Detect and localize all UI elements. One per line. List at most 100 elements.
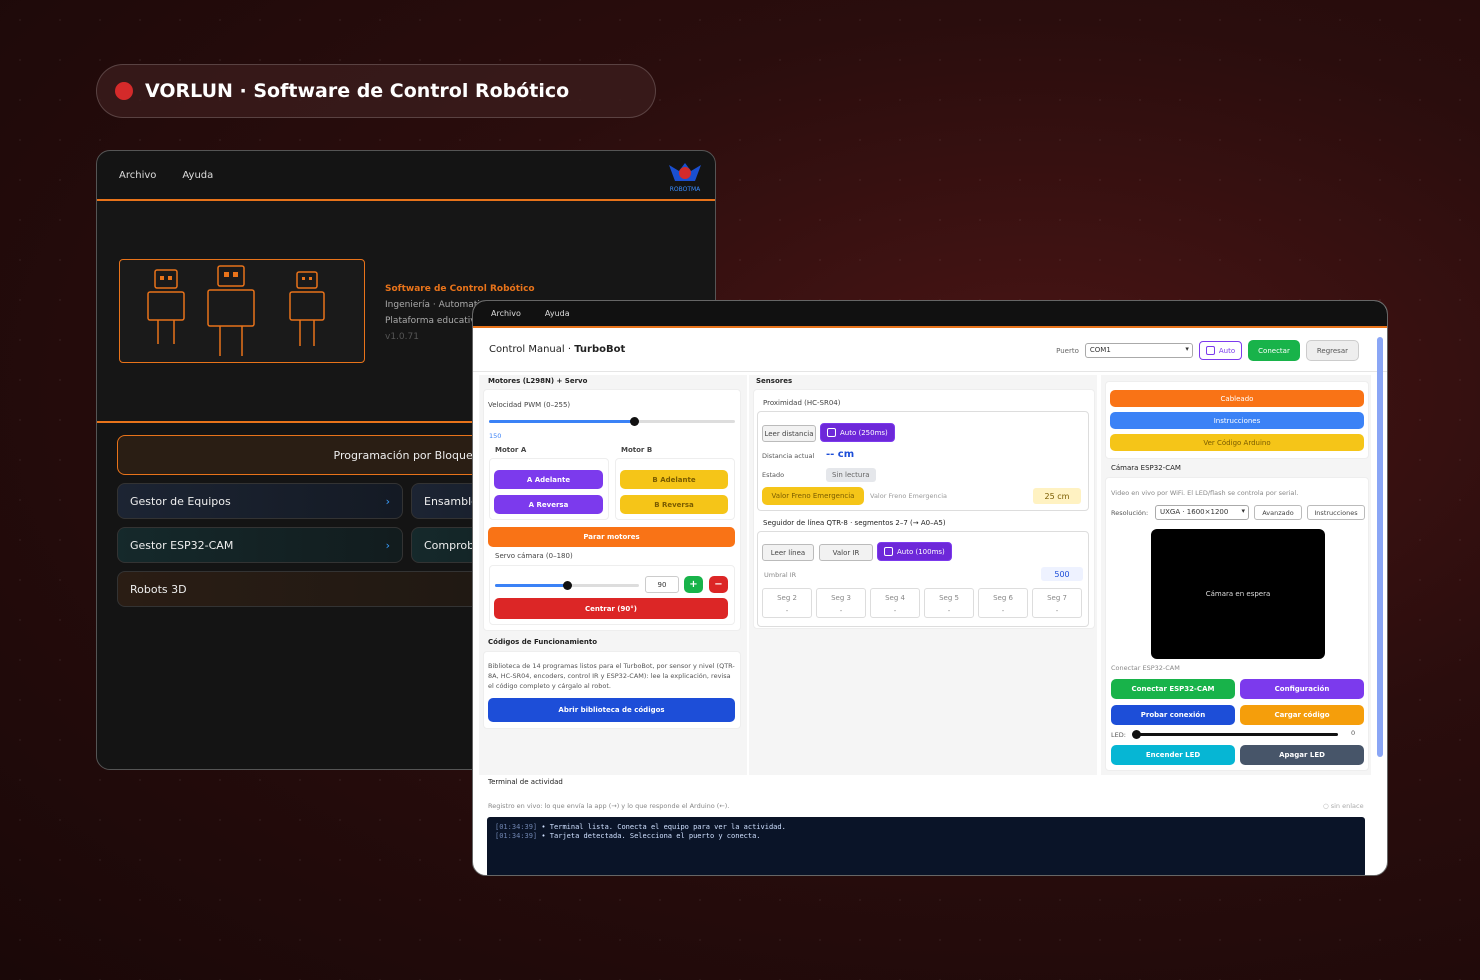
segment-cell: Seg 6-: [978, 588, 1028, 618]
line-follower-title: Seguidor de línea QTR-8 · segmentos 2–7 …: [763, 519, 946, 527]
menu-archivo[interactable]: Archivo: [491, 309, 521, 318]
terminal-section-title: Terminal de actividad: [488, 778, 563, 786]
led-off-button[interactable]: Apagar LED: [1240, 745, 1364, 765]
auto-250-toggle[interactable]: Auto (250ms): [820, 423, 895, 442]
menu-bar: Archivo Ayuda: [473, 301, 1387, 328]
center-servo-button[interactable]: Centrar (90°): [494, 598, 728, 619]
activity-terminal[interactable]: [01:34:39] • Terminal lista. Conecta el …: [487, 817, 1365, 875]
resolution-label: Resolución:: [1111, 509, 1149, 517]
servo-slider[interactable]: [495, 581, 639, 590]
camera-instructions-button[interactable]: Instrucciones: [1307, 505, 1365, 520]
stop-motors-button[interactable]: Parar motores: [488, 527, 735, 547]
advanced-button[interactable]: Avanzado: [1254, 505, 1302, 520]
camera-section-title: Cámara ESP32-CAM: [1111, 464, 1181, 472]
brake-label: Valor Freno Emergencia: [870, 492, 948, 500]
connect-button[interactable]: Conectar: [1248, 340, 1300, 361]
motors-section-title: Motores (L298N) + Servo: [488, 377, 588, 385]
brake-value: 25 cm: [1033, 488, 1081, 504]
link-status: ○ sin enlace: [1323, 802, 1364, 810]
servo-slider-fill: [495, 584, 567, 587]
terminal-line: [01:34:39] • Tarjeta detectada. Seleccio…: [495, 832, 761, 840]
segments-row: Seg 2- Seg 3- Seg 4- Seg 5- Seg 6- Seg 7…: [762, 588, 1082, 618]
camera-description: Video en vivo por WiFi. El LED/flash se …: [1111, 489, 1299, 497]
servo-slider-handle[interactable]: [563, 581, 572, 590]
servo-value-input[interactable]: 90: [645, 576, 679, 593]
pwm-label: Velocidad PWM (0–255): [488, 401, 571, 409]
equipment-manager-card[interactable]: Gestor de Equipos ›: [117, 483, 403, 519]
proximity-title: Proximidad (HC-SR04): [763, 399, 841, 407]
checkbox-icon: [827, 428, 836, 437]
port-select[interactable]: COM1: [1084, 343, 1193, 358]
motor-a-label: Motor A: [495, 446, 527, 454]
card-label: Gestor ESP32-CAM: [130, 538, 234, 552]
wiring-button[interactable]: Cableado: [1110, 390, 1364, 407]
robotma-logo-icon: ROBOTMA: [669, 163, 701, 193]
state-badge: Sin lectura: [826, 468, 876, 482]
pwm-slider-handle[interactable]: [630, 417, 639, 426]
ir-threshold-value[interactable]: 500: [1041, 567, 1083, 581]
esp32-manager-card[interactable]: Gestor ESP32-CAM ›: [117, 527, 403, 563]
control-header: Control Manual · TurboBot Puerto COM1 Au…: [473, 328, 1387, 372]
segment-cell: Seg 7-: [1032, 588, 1082, 618]
segment-cell: Seg 4-: [870, 588, 920, 618]
record-dot-icon: [115, 82, 133, 100]
menu-ayuda[interactable]: Ayuda: [182, 170, 213, 181]
motor-a-forward-button[interactable]: A Adelante: [494, 470, 603, 489]
segment-cell: Seg 2-: [762, 588, 812, 618]
port-label: Puerto: [1056, 346, 1079, 355]
page-title: Control Manual · TurboBot: [489, 344, 626, 355]
load-code-button[interactable]: Cargar código: [1240, 705, 1364, 725]
hero-title: Software de Control Robótico: [385, 284, 535, 294]
led-on-button[interactable]: Encender LED: [1111, 745, 1235, 765]
segment-cell: Seg 3-: [816, 588, 866, 618]
robots-icon: [147, 265, 325, 356]
servo-plus-button[interactable]: +: [684, 576, 703, 593]
brake-value-button[interactable]: Valor Freno Emergencia: [762, 487, 864, 505]
led-slider-handle[interactable]: [1132, 730, 1141, 739]
pwm-value: 150: [489, 432, 502, 440]
robots-illustration: [119, 259, 365, 363]
test-connection-button[interactable]: Probar conexión: [1111, 705, 1235, 725]
sensors-section-title: Sensores: [756, 377, 793, 385]
codes-section-title: Códigos de Funcionamiento: [488, 638, 598, 646]
read-distance-button[interactable]: Leer distancia: [762, 425, 816, 442]
card-label: Robots 3D: [130, 582, 187, 596]
menu-ayuda[interactable]: Ayuda: [545, 309, 570, 318]
configuration-button[interactable]: Configuración: [1240, 679, 1364, 699]
motor-b-label: Motor B: [621, 446, 653, 454]
state-label: Estado: [762, 471, 785, 479]
segment-cell: Seg 5-: [924, 588, 974, 618]
resolution-select[interactable]: UXGA · 1600×1200: [1155, 505, 1249, 520]
connect-esp-label: Conectar ESP32-CAM: [1111, 664, 1180, 672]
app-banner: VORLUN · Software de Control Robótico: [96, 64, 656, 118]
read-line-button[interactable]: Leer línea: [762, 544, 814, 561]
back-button[interactable]: Regresar: [1305, 340, 1359, 361]
terminal-line: [01:34:39] • Terminal lista. Conecta el …: [495, 823, 786, 831]
distance-label: Distancia actual: [762, 452, 815, 460]
arduino-code-button[interactable]: Ver Código Arduino: [1110, 434, 1364, 451]
checkbox-icon: [1205, 346, 1215, 355]
scrollbar[interactable]: [1377, 337, 1383, 757]
card-label: Ensamble: [424, 494, 478, 508]
distance-value: -- cm: [826, 449, 855, 460]
chevron-right-icon: ›: [385, 538, 390, 552]
auto-port-toggle[interactable]: Auto: [1198, 341, 1243, 360]
motor-b-reverse-button[interactable]: B Reversa: [620, 495, 728, 514]
codes-description: Biblioteca de 14 programas listos para e…: [488, 662, 735, 690]
motor-b-forward-button[interactable]: B Adelante: [620, 470, 728, 489]
menu-archivo[interactable]: Archivo: [119, 170, 156, 181]
instructions-button[interactable]: Instrucciones: [1110, 412, 1364, 429]
pwm-slider[interactable]: [489, 417, 735, 426]
manual-control-window: Archivo Ayuda Control Manual · TurboBot …: [472, 300, 1388, 876]
led-slider[interactable]: [1132, 730, 1338, 739]
chevron-right-icon: ›: [385, 494, 390, 508]
open-library-button[interactable]: Abrir biblioteca de códigos: [488, 698, 735, 722]
camera-preview: Cámara en espera: [1151, 529, 1325, 659]
servo-minus-button[interactable]: −: [709, 576, 728, 593]
connect-esp32-button[interactable]: Conectar ESP32-CAM: [1111, 679, 1235, 699]
checkbox-icon: [884, 547, 893, 556]
motor-a-reverse-button[interactable]: A Reversa: [494, 495, 603, 514]
ir-value-button[interactable]: Valor IR: [819, 544, 873, 561]
auto-100-toggle[interactable]: Auto (100ms): [877, 542, 952, 561]
led-label: LED:: [1111, 731, 1126, 739]
